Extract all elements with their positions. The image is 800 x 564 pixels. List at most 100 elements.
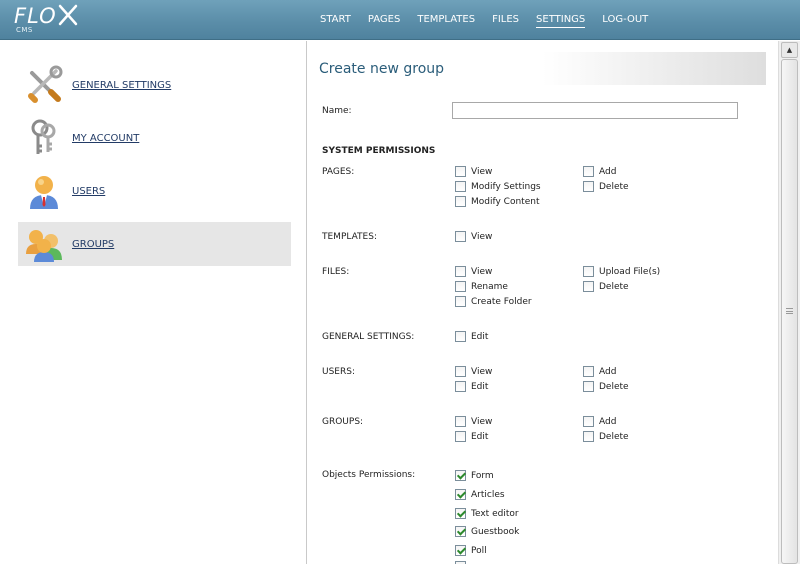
checkbox-box[interactable] (455, 166, 466, 177)
keys-icon (22, 116, 66, 160)
name-label: Name: (322, 106, 352, 116)
nav-start[interactable]: START (320, 13, 351, 27)
object-articles-checkbox[interactable]: Articles (455, 489, 505, 500)
checkbox-box[interactable] (455, 508, 466, 519)
checkbox-label: Add (599, 416, 617, 427)
checkbox-box[interactable] (583, 166, 594, 177)
checkbox-label: Delete (599, 381, 629, 392)
checkbox-box[interactable] (455, 366, 466, 377)
general-settings-label: GENERAL SETTINGS: (322, 332, 415, 342)
object-poll-checkbox[interactable]: Poll (455, 545, 487, 556)
sidebar-item-label: GROUPS (72, 238, 115, 250)
templates-view-checkbox[interactable]: View (455, 231, 492, 242)
checkbox-box[interactable] (583, 431, 594, 442)
checkbox-box[interactable] (455, 381, 466, 392)
vertical-scrollbar[interactable]: ▲ (778, 41, 800, 564)
checkbox-box[interactable] (583, 281, 594, 292)
files-create-folder-checkbox[interactable]: Create Folder (455, 296, 532, 307)
checkbox-box[interactable] (455, 470, 466, 481)
checkbox-box[interactable] (583, 266, 594, 277)
checkbox-label: Articles (471, 489, 505, 500)
logo[interactable]: FLO CMS (14, 4, 79, 34)
checkbox-box[interactable] (455, 296, 466, 307)
pages-modify-settings-checkbox[interactable]: Modify Settings (455, 181, 541, 192)
checkbox-box[interactable] (583, 181, 594, 192)
checkbox-box[interactable] (583, 381, 594, 392)
checkbox-label: Form (471, 470, 494, 481)
checkbox-label: View (471, 166, 493, 177)
checkbox-label: Edit (471, 381, 489, 392)
checkbox-label: Upload File(s) (599, 266, 661, 277)
files-label: FILES: (322, 267, 350, 277)
system-permissions-heading: SYSTEM PERMISSIONS (322, 146, 436, 156)
checkbox-label: Rename (471, 281, 508, 292)
pages-modify-content-checkbox[interactable]: Modify Content (455, 196, 539, 207)
users-delete-checkbox[interactable]: Delete (583, 381, 629, 392)
checkbox-label: View (471, 366, 493, 377)
users-label: USERS: (322, 367, 355, 377)
object-guestbook-checkbox[interactable]: Guestbook (455, 526, 519, 537)
sidebar-item-label: USERS (72, 185, 106, 197)
sidebar-item-my-account[interactable]: MY ACCOUNT (18, 116, 291, 160)
checkbox-label: Guestbook (471, 526, 520, 537)
arrow-up-icon: ▲ (786, 46, 793, 54)
checkbox-box[interactable] (455, 545, 466, 556)
object-form-checkbox[interactable]: Form (455, 470, 494, 481)
checkbox-label: View (471, 416, 493, 427)
sidebar-item-users[interactable]: USERS (18, 169, 291, 213)
nav-pages[interactable]: PAGES (368, 13, 400, 27)
users-edit-checkbox[interactable]: Edit (455, 381, 488, 392)
nav-files[interactable]: FILES (492, 13, 519, 27)
name-input[interactable] (452, 102, 738, 119)
checkbox-label: Delete (599, 431, 629, 442)
top-header: FLO CMS START PAGES TEMPLATES FILES SETT… (0, 0, 800, 40)
sidebar-item-general-settings[interactable]: GENERAL SETTINGS (18, 63, 291, 107)
scrollbar-thumb[interactable] (781, 59, 798, 564)
checkbox-box[interactable] (455, 331, 466, 342)
nav-settings[interactable]: SETTINGS (536, 13, 586, 28)
pages-add-checkbox[interactable]: Add (583, 166, 616, 177)
checkbox-label: Create Folder (471, 296, 532, 307)
tools-icon (22, 63, 66, 107)
users-add-checkbox[interactable]: Add (583, 366, 616, 377)
logo-x-icon (57, 4, 79, 30)
checkbox-label: Text editor (471, 508, 519, 519)
users-view-checkbox[interactable]: View (455, 366, 492, 377)
objects-permissions-label: Objects Permissions: (322, 470, 416, 480)
object-text-editor-checkbox[interactable]: Text editor (455, 508, 519, 519)
sidebar-item-label: GENERAL SETTINGS (72, 79, 172, 91)
pages-view-checkbox[interactable]: View (455, 166, 492, 177)
checkbox-box[interactable] (455, 181, 466, 192)
checkbox-label: Delete (599, 281, 629, 292)
checkbox-label: View (471, 231, 493, 242)
checkbox-box[interactable] (583, 416, 594, 427)
checkbox-box[interactable] (455, 489, 466, 500)
checkbox-label: Edit (471, 431, 489, 442)
groups-label: GROUPS: (322, 417, 364, 427)
checkbox-label: Modify Settings (471, 181, 541, 192)
checkbox-box[interactable] (455, 416, 466, 427)
general-edit-checkbox[interactable]: Edit (455, 331, 488, 342)
files-delete-checkbox[interactable]: Delete (583, 281, 629, 292)
groups-view-checkbox[interactable]: View (455, 416, 492, 427)
grip-icon (786, 308, 793, 314)
files-view-checkbox[interactable]: View (455, 266, 492, 277)
files-rename-checkbox[interactable]: Rename (455, 281, 508, 292)
nav-templates[interactable]: TEMPLATES (417, 13, 475, 27)
groups-add-checkbox[interactable]: Add (583, 416, 616, 427)
pages-delete-checkbox[interactable]: Delete (583, 181, 629, 192)
checkbox-box[interactable] (455, 196, 466, 207)
scroll-up-button[interactable]: ▲ (781, 42, 798, 58)
checkbox-box[interactable] (455, 231, 466, 242)
checkbox-box[interactable] (455, 281, 466, 292)
files-upload-checkbox[interactable]: Upload File(s) (583, 266, 660, 277)
checkbox-box[interactable] (455, 431, 466, 442)
groups-delete-checkbox[interactable]: Delete (583, 431, 629, 442)
sidebar-item-groups[interactable]: GROUPS (18, 222, 291, 266)
checkbox-box[interactable] (583, 366, 594, 377)
groups-edit-checkbox[interactable]: Edit (455, 431, 488, 442)
sidebar-item-label: MY ACCOUNT (72, 132, 140, 144)
checkbox-box[interactable] (455, 266, 466, 277)
nav-logout[interactable]: LOG-OUT (602, 13, 648, 27)
checkbox-box[interactable] (455, 526, 466, 537)
